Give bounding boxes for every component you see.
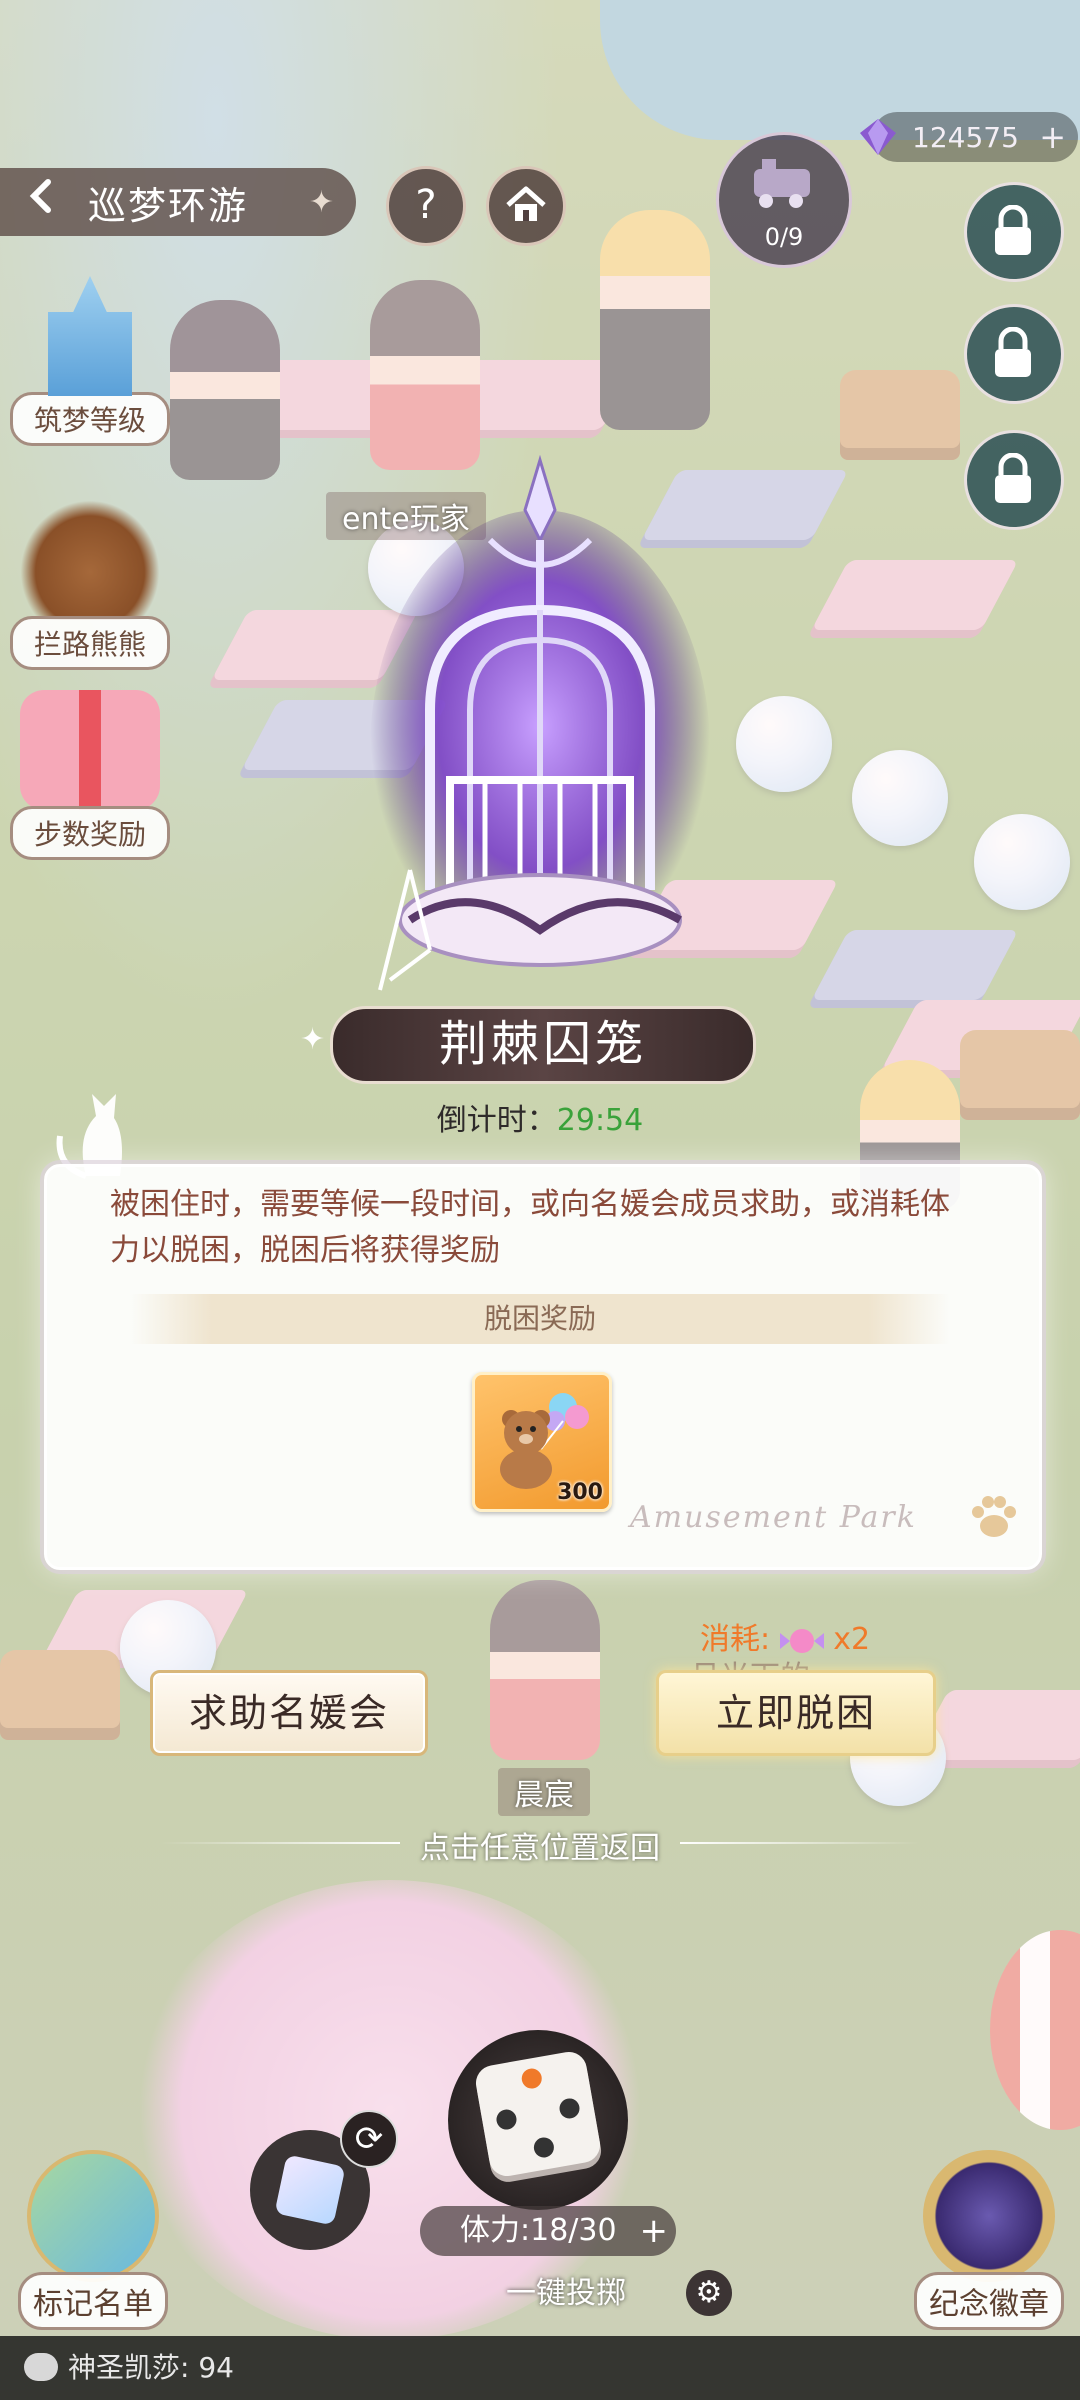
panel-watermark: Amusement Park bbox=[630, 1500, 917, 1535]
gem-counter: 124575 + bbox=[860, 112, 1078, 162]
auto-roll-button[interactable]: 一键投掷 bbox=[506, 2268, 626, 2312]
countdown-label: 倒计时： bbox=[436, 1103, 557, 1138]
lock-icon bbox=[995, 327, 1031, 377]
purple-gem-icon bbox=[860, 119, 896, 155]
dice-icon bbox=[473, 2049, 603, 2179]
block-bear-button[interactable]: 拦路熊熊 bbox=[10, 500, 170, 670]
reward-title: 脱困奖励 bbox=[130, 1294, 950, 1344]
candy-icon bbox=[779, 1628, 824, 1653]
home-button[interactable] bbox=[486, 166, 566, 246]
player-name-tag: 晨宸 bbox=[498, 1768, 590, 1816]
magic-dice-icon bbox=[274, 2154, 346, 2226]
trap-name-plate: 荆棘囚笼 bbox=[330, 1006, 756, 1084]
train-progress-badge[interactable]: 0/9 bbox=[716, 132, 852, 268]
stamina-value: 体力:18/30 bbox=[460, 2213, 617, 2248]
add-gems-button[interactable]: + bbox=[1039, 118, 1066, 156]
chat-message: 神圣凯莎: 94 bbox=[68, 2351, 234, 2384]
locked-slot[interactable] bbox=[964, 182, 1064, 282]
home-icon bbox=[506, 186, 546, 221]
castle-icon bbox=[48, 276, 132, 396]
ask-club-help-button[interactable]: 求助名媛会 bbox=[150, 1670, 428, 1756]
header-bar: 巡梦环游 ✦ bbox=[0, 168, 356, 236]
chat-bubble-icon bbox=[24, 2353, 58, 2381]
paw-print-icon bbox=[972, 1496, 1016, 1537]
reward-item[interactable]: 300 bbox=[472, 1372, 612, 1512]
corner-label: 纪念徽章 bbox=[914, 2272, 1064, 2330]
help-button[interactable]: ? bbox=[386, 166, 466, 246]
countdown: 倒计时：29:54 bbox=[0, 1095, 1080, 1139]
trap-description: 被困住时，需要等候一段时间，或向名媛会成员求助，或消耗体力以脱困，脱困后将获得奖… bbox=[110, 1187, 950, 1268]
thorn-cage-illustration bbox=[370, 454, 710, 991]
escape-now-button[interactable]: 立即脱困 bbox=[656, 1670, 936, 1756]
commemorative-badge-button[interactable]: 纪念徽章 bbox=[914, 2150, 1064, 2330]
reward-quantity: 300 bbox=[557, 1480, 603, 1505]
mark-list-button[interactable]: 标记名单 bbox=[18, 2150, 168, 2330]
lock-icon bbox=[995, 205, 1031, 255]
cost-label: 消耗: bbox=[700, 1622, 771, 1657]
lock-icon bbox=[995, 453, 1031, 503]
add-stamina-button[interactable]: + bbox=[640, 2206, 669, 2256]
corner-label: 标记名单 bbox=[18, 2272, 168, 2330]
cost-quantity: x2 bbox=[833, 1622, 871, 1657]
gift-icon bbox=[20, 690, 160, 810]
back-arrow-icon[interactable] bbox=[16, 176, 68, 228]
side-menu-label: 筑梦等级 bbox=[10, 392, 170, 446]
step-reward-button[interactable]: 步数奖励 bbox=[10, 690, 170, 860]
side-menu-label: 拦路熊熊 bbox=[10, 616, 170, 670]
chat-bar[interactable]: 神圣凯莎: 94 bbox=[0, 2336, 1080, 2400]
teddy-bear-icon bbox=[500, 1393, 589, 1489]
side-menu-label: 步数奖励 bbox=[10, 806, 170, 860]
map-pin-icon bbox=[27, 2150, 159, 2282]
gear-icon[interactable]: ⚙ bbox=[686, 2270, 732, 2316]
locked-slot[interactable] bbox=[964, 430, 1064, 530]
refresh-icon[interactable]: ⟳ bbox=[340, 2110, 398, 2168]
star-deco-icon: ✦ bbox=[308, 184, 334, 220]
dream-level-button[interactable]: 筑梦等级 bbox=[10, 276, 170, 446]
progress-count: 0/9 bbox=[764, 223, 804, 251]
sparkle-icon: ✦ bbox=[300, 1022, 326, 1057]
page-title: 巡梦环游 bbox=[88, 183, 249, 228]
countdown-value: 29:54 bbox=[556, 1103, 644, 1138]
gem-amount: 124575 bbox=[912, 120, 1019, 154]
train-icon bbox=[754, 159, 810, 208]
bear-icon bbox=[20, 500, 160, 620]
locked-slot[interactable] bbox=[964, 304, 1064, 404]
stamina-bar: 体力:18/30 + bbox=[420, 2206, 676, 2256]
roll-dice-button[interactable] bbox=[448, 2030, 628, 2210]
tap-anywhere-hint: 点击任意位置返回 bbox=[420, 1831, 660, 1866]
escape-cost: 消耗: x2 bbox=[700, 1614, 870, 1661]
badge-icon bbox=[923, 2150, 1055, 2282]
